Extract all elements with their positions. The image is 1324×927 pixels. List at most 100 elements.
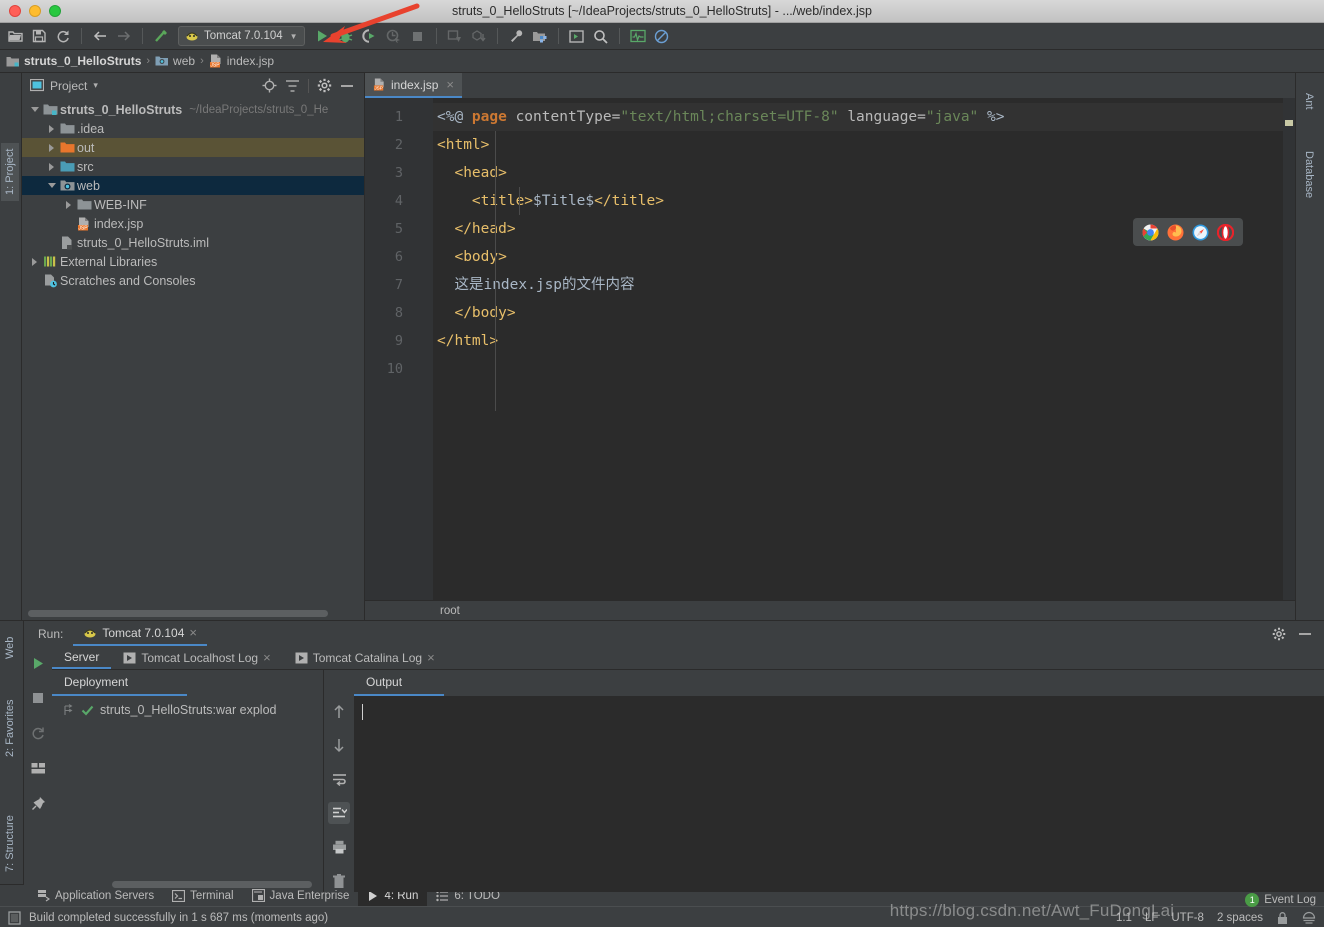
chevron-right-icon[interactable] [45,143,58,152]
lock-icon[interactable] [1276,911,1289,925]
code-line[interactable]: <html> [433,131,1295,159]
tree-item-struts-0-hellostruts[interactable]: struts_0_HelloStruts ~/IdeaProjects/strut… [22,100,364,119]
close-icon[interactable]: × [446,77,454,92]
code-line[interactable] [433,355,1295,383]
console-icon[interactable] [566,25,588,47]
code-line[interactable]: </html> [433,327,1295,355]
chevron-down-icon[interactable] [45,183,58,188]
tree-item-scratches-and-consoles[interactable]: Scratches and Consoles [22,271,364,290]
run-side-toolbar[interactable] [24,646,52,892]
line-number[interactable]: 2 [365,131,433,159]
project-panel-actions[interactable] [262,78,360,93]
breadcrumb-item-project[interactable]: struts_0_HelloStruts [6,54,141,68]
stop-icon[interactable] [27,687,49,709]
list-item[interactable]: struts_0_HelloStruts:war explod [52,700,323,720]
tree-item-src[interactable]: src [22,157,364,176]
project-tree[interactable]: struts_0_HelloStruts ~/IdeaProjects/strut… [22,98,364,620]
breadcrumb-item-web[interactable]: web [155,54,195,68]
editor-breadcrumb[interactable]: root [365,600,1295,620]
collapse-all-icon[interactable] [285,79,300,93]
up-icon[interactable] [328,700,350,722]
marker-stripe[interactable] [1283,98,1295,600]
line-number[interactable]: 7 [365,271,433,299]
line-number[interactable]: 9 [365,327,433,355]
down-icon[interactable] [328,734,350,756]
run-configuration-selector[interactable]: Tomcat 7.0.104 ▼ [178,26,305,46]
code-line[interactable]: </body> [433,299,1295,327]
tree-item--idea[interactable]: .idea [22,119,364,138]
output-console[interactable] [354,696,1324,892]
sidebar-item-project[interactable]: 1: Project [1,142,19,201]
open-folder-icon[interactable] [4,25,26,47]
tree-item-struts-0-hellostruts-iml[interactable]: struts_0_HelloStruts.iml [22,233,364,252]
chevron-down-icon[interactable]: ▼ [290,32,298,41]
tree-item-external-libraries[interactable]: External Libraries [22,252,364,271]
line-number[interactable]: 10 [365,355,433,383]
soft-wrap-icon[interactable] [328,768,350,790]
event-log-indicator[interactable]: 1 Event Log [1245,893,1316,907]
code-line[interactable]: <head> [433,159,1295,187]
search-icon[interactable] [590,25,612,47]
line-number[interactable]: 1 [365,103,433,131]
settings-icon[interactable] [505,25,527,47]
run-subtab-bar[interactable]: Server Tomcat Localhost Log × Tomcat Catali… [52,646,1324,670]
tree-item-out[interactable]: out [22,138,364,157]
debug-icon[interactable] [335,25,357,47]
target-icon[interactable] [262,78,277,93]
right-tool-strip[interactable]: Ant Database [1295,73,1324,620]
main-toolbar[interactable]: Tomcat 7.0.104 ▼ [0,23,1324,50]
chevron-right-icon[interactable] [45,162,58,171]
chevron-down-icon[interactable] [28,107,41,112]
code-line[interactable]: <%@ page contentType="text/html;charset=… [433,103,1295,131]
sidebar-item-structure[interactable]: 7: Structure [2,811,18,876]
sidebar-item-database[interactable]: Database [1300,145,1318,204]
editor-gutter[interactable]: 1 2 3 4 5 6 7 8 9 10 [365,98,433,600]
inspector-icon[interactable] [1302,911,1316,925]
horizontal-scrollbar[interactable] [28,610,328,617]
editor-tab-bar[interactable]: JSP index.jsp × [365,73,1295,98]
build-project-icon[interactable] [150,25,172,47]
gear-icon[interactable] [1272,627,1286,641]
chevron-right-icon[interactable] [28,257,41,266]
deployment-header[interactable]: Deployment [52,670,187,696]
pin-icon[interactable] [27,792,49,814]
line-separator[interactable]: LF [1145,912,1158,924]
chevron-right-icon[interactable] [62,200,75,209]
status-bar-right[interactable]: 1:1 LF UTF-8 2 spaces [1116,911,1316,925]
chevron-right-icon[interactable] [45,124,58,133]
expand-artifact-icon[interactable] [62,703,75,717]
indent-setting[interactable]: 2 spaces [1217,912,1263,924]
tree-item-index-jsp[interactable]: JSP index.jsp [22,214,364,233]
monitor-icon[interactable] [627,25,649,47]
opera-icon[interactable] [1217,223,1234,241]
run-subtab-server[interactable]: Server [52,646,112,669]
line-number[interactable]: 8 [365,299,433,327]
run-tab-tomcat[interactable]: Tomcat 7.0.104 × [73,621,208,646]
run-with-coverage-icon[interactable] [359,25,381,47]
output-toolbar[interactable] [324,696,354,892]
line-number[interactable]: 3 [365,159,433,187]
code-line[interactable]: <body> [433,243,1295,271]
back-icon[interactable] [89,25,111,47]
run-icon[interactable] [311,25,333,47]
file-encoding[interactable]: UTF-8 [1171,912,1204,924]
sidebar-item-web[interactable]: Web [2,633,18,663]
firefox-icon[interactable] [1167,224,1184,241]
marker-hit[interactable] [1285,120,1293,126]
deployment-list[interactable]: struts_0_HelloStruts:war explod [52,696,323,892]
caret-position[interactable]: 1:1 [1116,912,1132,924]
line-number[interactable]: 6 [365,243,433,271]
close-icon[interactable]: × [189,625,197,640]
safari-icon[interactable] [1192,224,1209,241]
sidebar-item-favorites[interactable]: 2: Favorites [2,696,18,761]
close-icon[interactable]: × [427,650,435,665]
close-icon[interactable]: × [263,650,271,665]
breadcrumb[interactable]: struts_0_HelloStruts › web › JSP index.j… [0,50,1324,73]
chrome-icon[interactable] [1142,224,1159,241]
run-left-strip[interactable]: Web 2: Favorites 7: Structure [0,621,24,884]
event-log-label[interactable]: Event Log [1264,894,1316,906]
project-structure-icon[interactable] [529,25,551,47]
scroll-to-end-icon[interactable] [328,802,350,824]
rerun-icon[interactable] [27,652,49,674]
line-number[interactable]: 4 [365,187,433,215]
